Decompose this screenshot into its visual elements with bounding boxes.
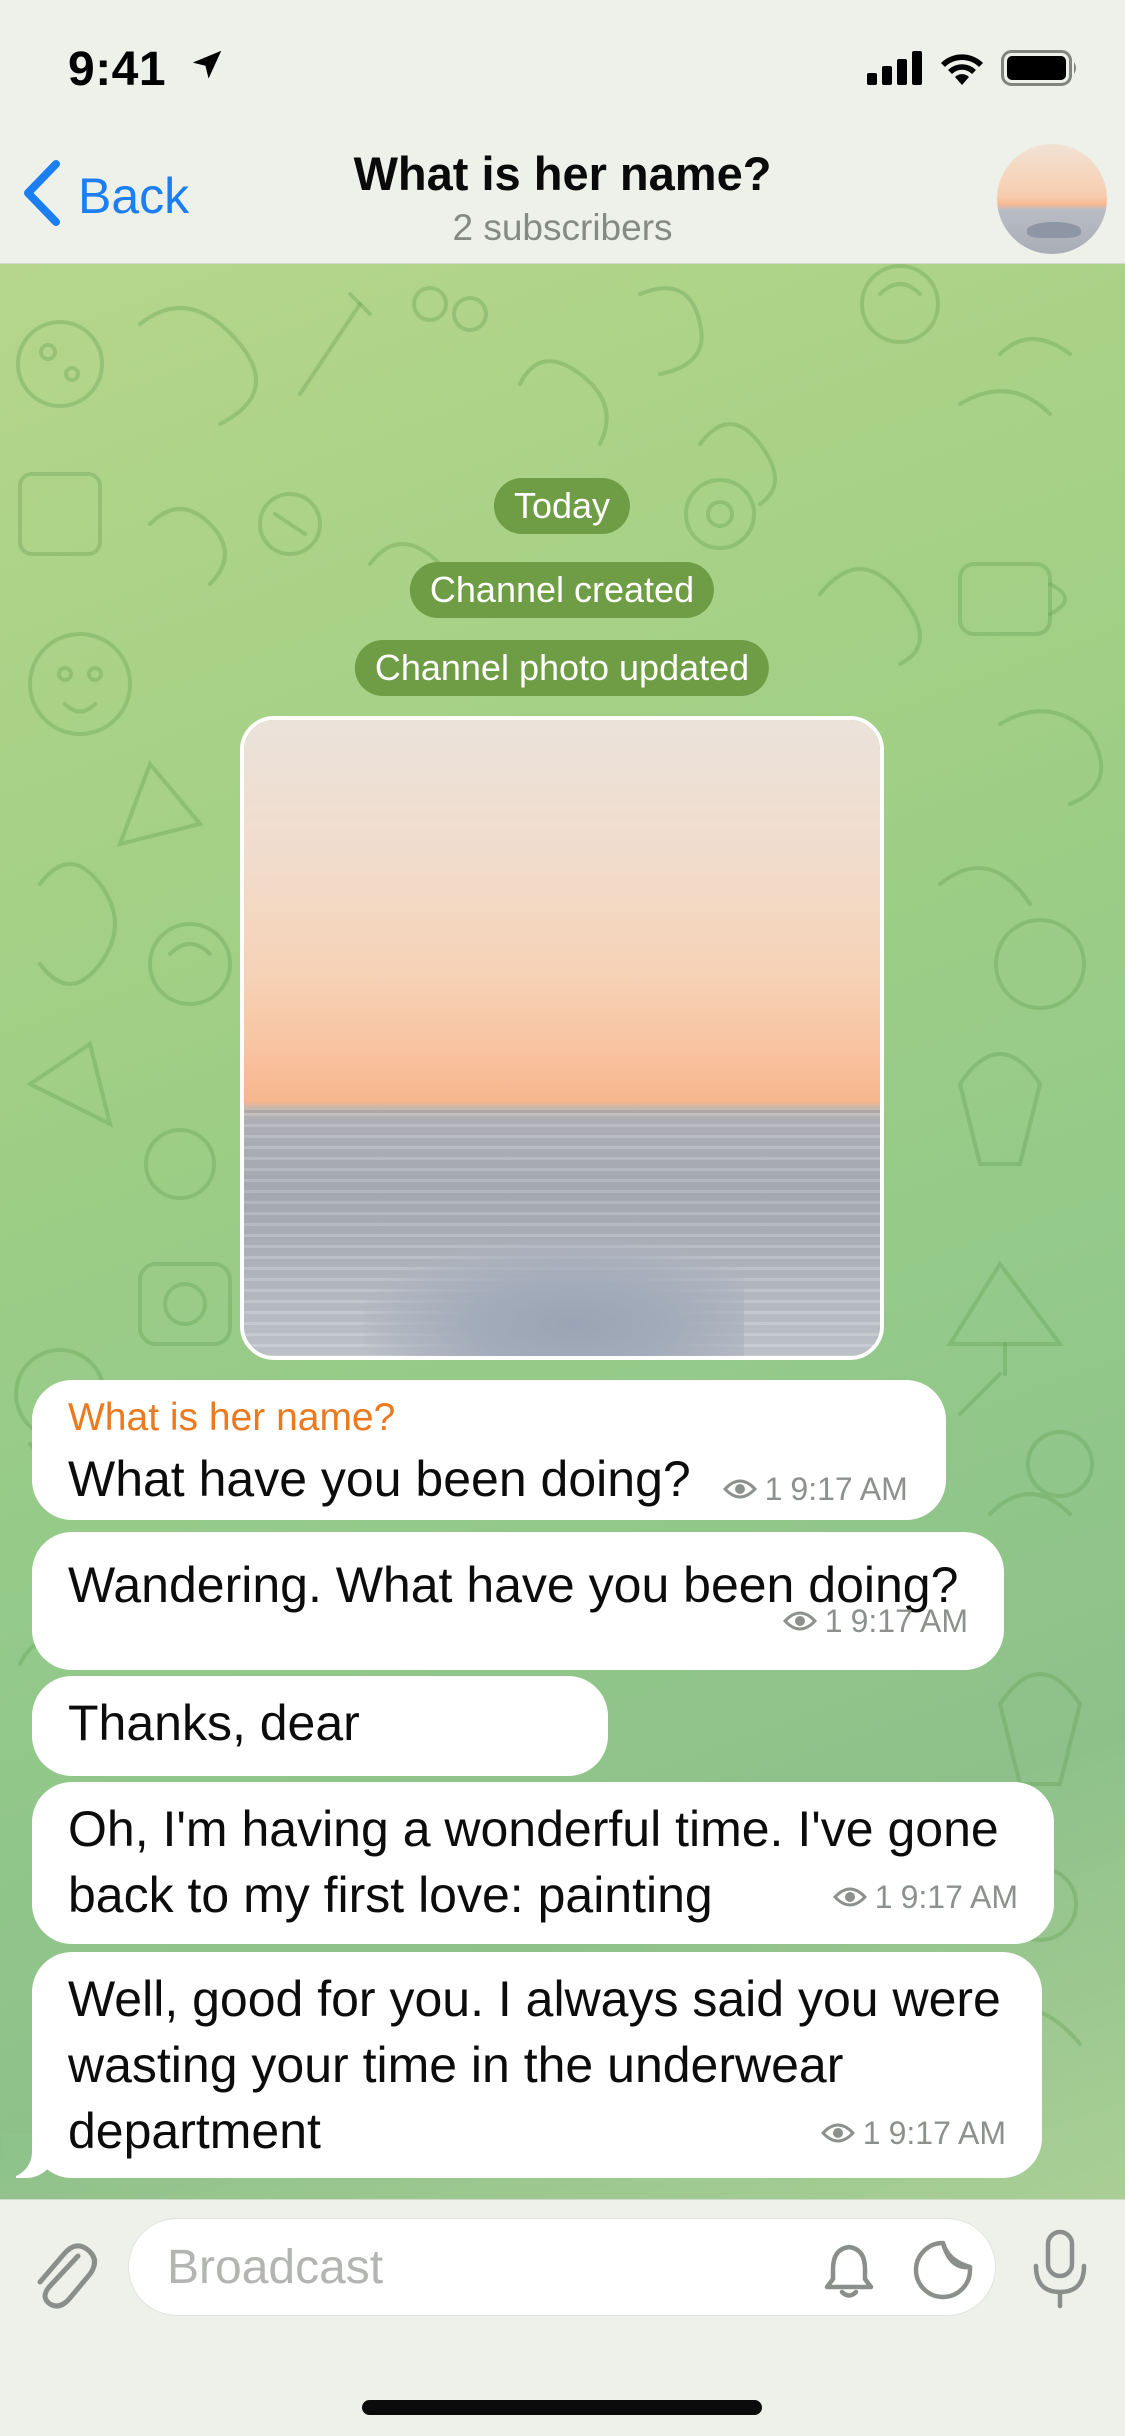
- home-indicator[interactable]: [362, 2400, 762, 2415]
- message-text: Thanks, dear: [68, 1695, 360, 1751]
- paperclip-icon[interactable]: [30, 2230, 100, 2312]
- message-bubble[interactable]: Wandering. What have you been doing? 1 9…: [32, 1532, 1004, 1670]
- status-bar-icons: [867, 50, 1079, 91]
- cellular-signal-icon: [867, 51, 923, 90]
- photo-snow-mound: [364, 1240, 744, 1356]
- message-bubble[interactable]: Oh, I'm having a wonderful time. I've go…: [32, 1782, 1054, 1944]
- message-sender-name: What is her name?: [68, 1396, 396, 1439]
- bell-icon[interactable]: [819, 2241, 879, 2301]
- message-meta: 1 9:17 AM: [832, 1864, 1018, 1930]
- service-message-channel-created: Channel created: [409, 562, 715, 618]
- sticker-icon[interactable]: [912, 2239, 974, 2301]
- channel-avatar[interactable]: [997, 144, 1107, 254]
- message-meta: 1 9:17 AM: [782, 1588, 968, 1654]
- subscriber-count: 2 subscribers: [452, 207, 673, 248]
- page-title: What is her name?: [353, 147, 772, 200]
- message-time: 9:17 AM: [900, 1879, 1018, 1915]
- wifi-icon: [939, 51, 985, 90]
- broadcast-field[interactable]: [128, 2218, 996, 2316]
- date-separator: Today: [493, 478, 631, 534]
- message-time: 9:17 AM: [850, 1603, 968, 1639]
- chat-area[interactable]: Today Channel created Channel photo upda…: [0, 264, 1125, 2199]
- message-input-bar: [0, 2199, 1125, 2436]
- microphone-icon[interactable]: [1028, 2228, 1092, 2312]
- message-meta: 1 9:17 AM: [722, 1456, 908, 1522]
- message-views: 1: [824, 1603, 843, 1639]
- message-bubble[interactable]: What is her name? What have you been doi…: [32, 1380, 946, 1520]
- message-views: 1: [764, 1471, 783, 1507]
- message-views: 1: [874, 1879, 893, 1915]
- navigation-header: 9:41 Back What is her name? 2 subscriber…: [0, 0, 1125, 264]
- channel-title-area[interactable]: What is her name? 2 subscribers: [0, 146, 1125, 249]
- status-bar-time: 9:41: [68, 42, 226, 97]
- status-time-text: 9:41: [68, 43, 167, 96]
- service-message-photo-updated: Channel photo updated: [354, 640, 770, 696]
- battery-icon: [1001, 50, 1079, 91]
- avatar-snow-mound: [1027, 222, 1081, 238]
- location-arrow-icon: [188, 41, 226, 96]
- views-eye-icon: [820, 2123, 855, 2143]
- message-text: What have you been doing?: [68, 1451, 691, 1507]
- message-meta: 1 9:17 AM: [820, 2100, 1006, 2166]
- channel-photo-message[interactable]: [240, 716, 884, 1360]
- broadcast-input[interactable]: [167, 2219, 787, 2315]
- message-time: 9:17 AM: [888, 2115, 1006, 2151]
- views-eye-icon: [782, 1611, 817, 1631]
- views-eye-icon: [832, 1887, 867, 1907]
- message-time: 9:17 AM: [790, 1471, 908, 1507]
- message-bubble[interactable]: Thanks, dear 1 9:17 AM: [32, 1676, 608, 1817]
- message-views: 1: [862, 2115, 881, 2151]
- message-bubble[interactable]: Well, good for you. I always said you we…: [2, 1952, 1042, 2178]
- views-eye-icon: [722, 1479, 757, 1499]
